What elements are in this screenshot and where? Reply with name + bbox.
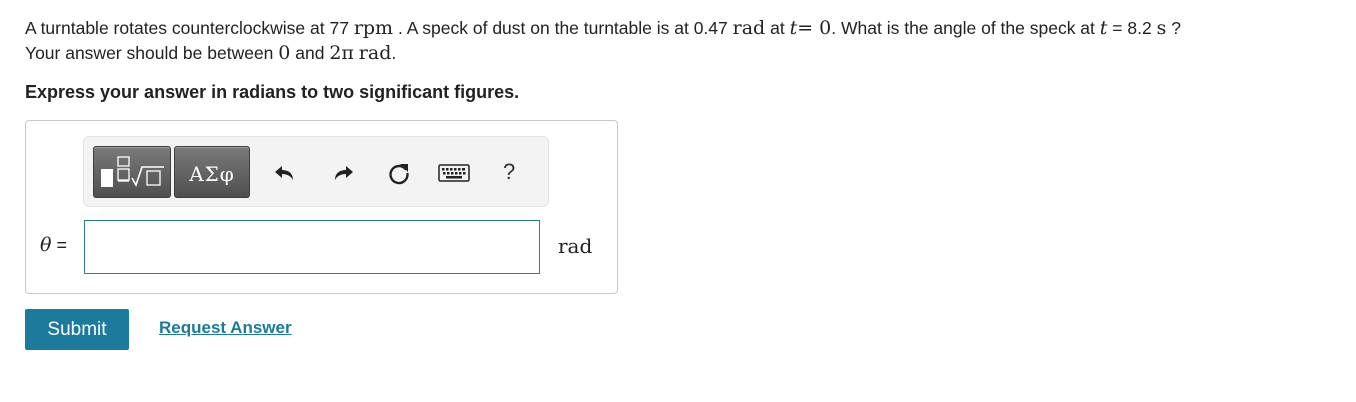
templates-button[interactable] — [93, 146, 171, 198]
request-answer-link[interactable]: Request Answer — [159, 318, 292, 338]
problem-page: A turntable rotates counterclockwise at … — [0, 0, 1356, 402]
question-part: . What is the angle of the speck at — [831, 18, 1095, 38]
symbols-button[interactable]: ΑΣφ — [174, 146, 250, 198]
help-icon[interactable]: ? — [503, 159, 515, 185]
theta-symbol: θ — [40, 234, 52, 256]
question-part: A turntable rotates counterclockwise at … — [25, 18, 349, 38]
answer-panel: ΑΣφ ? θ = rad — [25, 120, 618, 294]
question-part: . A speck of dust on the turntable is at… — [397, 18, 728, 38]
submit-button[interactable]: Submit — [25, 309, 129, 350]
templates-icon — [101, 156, 164, 187]
answer-input[interactable] — [84, 220, 540, 274]
math-eq-zero: = 0 — [797, 17, 832, 39]
symbols-label: ΑΣφ — [189, 162, 235, 186]
math-two-pi: 2π — [329, 42, 354, 64]
question-part: at — [770, 18, 785, 38]
reset-icon[interactable] — [386, 160, 412, 186]
keyboard-icon[interactable] — [438, 160, 470, 186]
question-part: ? — [1171, 18, 1181, 38]
var-t: t — [1099, 17, 1108, 39]
question-text: A turntable rotates counterclockwise at … — [25, 16, 1345, 66]
instruction-text: Express your answer in radians to two si… — [25, 82, 520, 102]
math-zero: 0 — [278, 42, 291, 64]
answer-unit: rad — [558, 234, 593, 258]
unit-rad: rad — [358, 42, 392, 64]
undo-icon[interactable] — [272, 160, 298, 186]
answer-variable-label: θ = — [40, 234, 67, 256]
math-toolbar: ΑΣφ ? — [83, 136, 549, 207]
question-part: Your answer should be between — [25, 43, 274, 63]
question-part: = 8.2 — [1112, 18, 1152, 38]
redo-icon[interactable] — [330, 160, 356, 186]
question-part: . — [391, 43, 397, 63]
question-part: and — [295, 43, 325, 63]
unit-rad: rad — [732, 17, 766, 39]
equals-sign: = — [56, 235, 67, 255]
unit-s: s — [1156, 17, 1167, 39]
unit-rpm: rpm — [353, 17, 394, 39]
